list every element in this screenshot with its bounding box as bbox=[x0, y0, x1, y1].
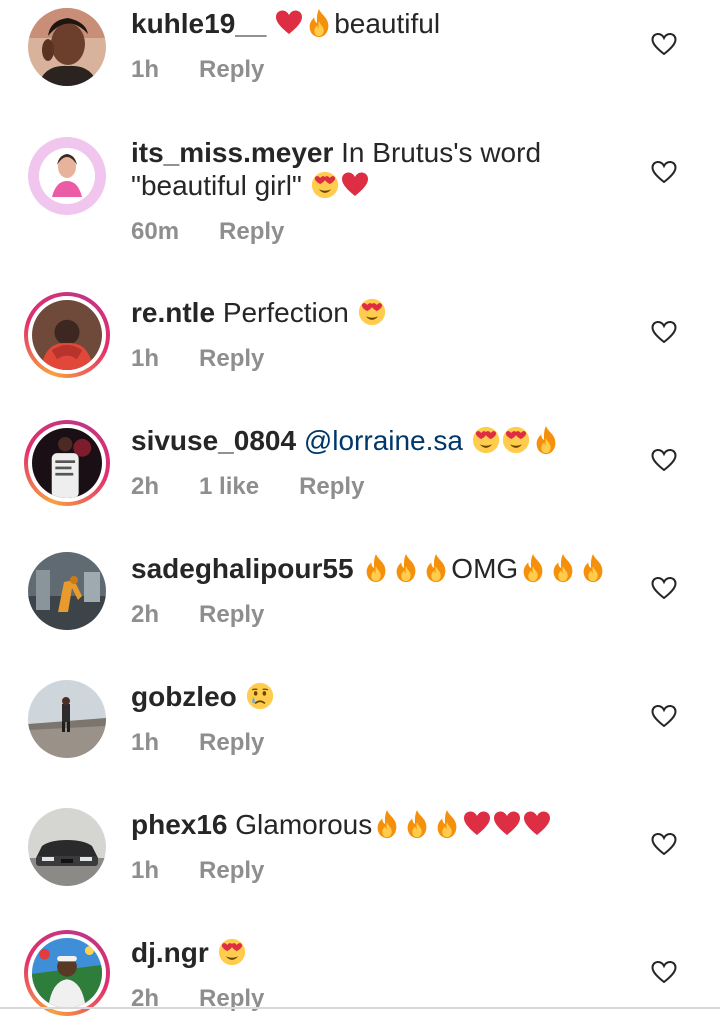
profile-photo-image bbox=[28, 552, 106, 630]
comment-body: OMG bbox=[451, 553, 519, 584]
heart-eyes-emoji bbox=[218, 937, 246, 967]
like-heart-icon[interactable] bbox=[651, 32, 677, 56]
comment-meta: 60m Reply bbox=[131, 218, 621, 246]
comment-meta: 2h Reply bbox=[131, 601, 621, 629]
comment-username[interactable]: sadeghalipour55 bbox=[131, 553, 354, 584]
reply-button[interactable]: Reply bbox=[199, 345, 264, 372]
comment-text: re.ntle Perfection bbox=[131, 296, 621, 329]
like-heart-icon[interactable] bbox=[651, 448, 677, 472]
comment-username[interactable]: kuhle19__ bbox=[131, 8, 266, 39]
comment-text: kuhle19__ beautiful bbox=[131, 7, 621, 40]
comment-body: Glamorous bbox=[235, 809, 373, 840]
like-heart-icon[interactable] bbox=[651, 576, 677, 600]
comment-text: gobzleo bbox=[131, 680, 621, 713]
red-heart-emoji bbox=[493, 809, 521, 839]
reply-button[interactable]: Reply bbox=[199, 601, 264, 628]
reply-button[interactable]: Reply bbox=[199, 729, 264, 756]
fire-emoji bbox=[433, 809, 461, 839]
avatar[interactable] bbox=[28, 8, 106, 86]
comment-username[interactable]: sivuse_0804 bbox=[131, 425, 296, 456]
comment-username[interactable]: dj.ngr bbox=[131, 937, 209, 968]
profile-photo-image bbox=[28, 680, 106, 758]
fire-emoji bbox=[403, 809, 431, 839]
like-heart-icon[interactable] bbox=[651, 320, 677, 344]
profile-photo-image bbox=[32, 300, 102, 370]
comment-username[interactable]: phex16 bbox=[131, 809, 228, 840]
comment-timestamp: 60m bbox=[131, 218, 180, 245]
likes-count[interactable]: 1 like bbox=[199, 473, 259, 500]
like-heart-icon[interactable] bbox=[651, 704, 677, 728]
comment-meta: 1h Reply bbox=[131, 857, 621, 885]
comment-body: In Brutus's word bbox=[341, 137, 542, 168]
heart-eyes-emoji bbox=[502, 425, 530, 455]
fire-emoji bbox=[373, 809, 401, 839]
avatar[interactable] bbox=[28, 137, 106, 215]
fire-emoji bbox=[305, 8, 333, 38]
comment-body: beautiful bbox=[334, 8, 441, 39]
comment-username[interactable]: its_miss.meyer bbox=[131, 137, 333, 168]
comment-text: phex16 Glamorous bbox=[131, 808, 621, 841]
red-heart-emoji bbox=[275, 8, 303, 38]
like-heart-icon[interactable] bbox=[651, 960, 677, 984]
profile-photo-image bbox=[32, 938, 102, 1008]
comment-text: sivuse_0804 @lorraine.sa bbox=[131, 424, 621, 457]
comment-meta: 1h Reply bbox=[131, 729, 621, 757]
profile-photo-image bbox=[28, 137, 106, 215]
like-heart-icon[interactable] bbox=[651, 832, 677, 856]
comment-timestamp: 1h bbox=[131, 857, 160, 884]
reply-button[interactable]: Reply bbox=[299, 473, 364, 500]
profile-photo-image bbox=[32, 428, 102, 498]
comment-timestamp: 1h bbox=[131, 345, 160, 372]
comment-body: Perfection bbox=[222, 297, 349, 328]
avatar[interactable] bbox=[24, 930, 110, 1016]
heart-eyes-emoji bbox=[472, 425, 500, 455]
comment-timestamp: 1h bbox=[131, 56, 160, 83]
avatar[interactable] bbox=[24, 420, 110, 506]
profile-photo-image bbox=[28, 808, 106, 886]
avatar[interactable] bbox=[28, 680, 106, 758]
comment-timestamp: 1h bbox=[131, 729, 160, 756]
comment-meta: 1h Reply bbox=[131, 56, 621, 84]
fire-emoji bbox=[422, 553, 450, 583]
red-heart-emoji bbox=[463, 809, 491, 839]
fire-emoji bbox=[392, 553, 420, 583]
red-heart-emoji bbox=[341, 170, 369, 200]
red-heart-emoji bbox=[523, 809, 551, 839]
fire-emoji bbox=[532, 425, 560, 455]
reply-button[interactable]: Reply bbox=[199, 857, 264, 884]
fire-emoji bbox=[579, 553, 607, 583]
comment-meta: 1h Reply bbox=[131, 345, 621, 373]
comment-timestamp: 2h bbox=[131, 601, 160, 628]
like-heart-icon[interactable] bbox=[651, 160, 677, 184]
avatar[interactable] bbox=[28, 808, 106, 886]
comment-timestamp: 2h bbox=[131, 473, 160, 500]
comment-body-line2: "beautiful girl" bbox=[131, 170, 302, 201]
heart-eyes-emoji bbox=[311, 170, 339, 200]
fire-emoji bbox=[549, 553, 577, 583]
fire-emoji bbox=[519, 553, 547, 583]
heart-eyes-emoji bbox=[358, 297, 386, 327]
mention-link[interactable]: @lorraine.sa bbox=[304, 425, 463, 456]
profile-photo-image bbox=[28, 8, 106, 86]
comment-text: dj.ngr bbox=[131, 936, 621, 969]
comment-meta: 2h 1 like Reply bbox=[131, 473, 621, 501]
comment-username[interactable]: gobzleo bbox=[131, 681, 237, 712]
comment-text: sadeghalipour55 OMG bbox=[131, 552, 621, 585]
comment-text: its_miss.meyer In Brutus's word "beautif… bbox=[131, 136, 621, 202]
reply-button[interactable]: Reply bbox=[199, 56, 264, 83]
avatar[interactable] bbox=[28, 552, 106, 630]
crying-face-emoji bbox=[246, 681, 274, 711]
comment-username[interactable]: re.ntle bbox=[131, 297, 215, 328]
avatar[interactable] bbox=[24, 292, 110, 378]
reply-button[interactable]: Reply bbox=[219, 218, 284, 245]
fire-emoji bbox=[362, 553, 390, 583]
